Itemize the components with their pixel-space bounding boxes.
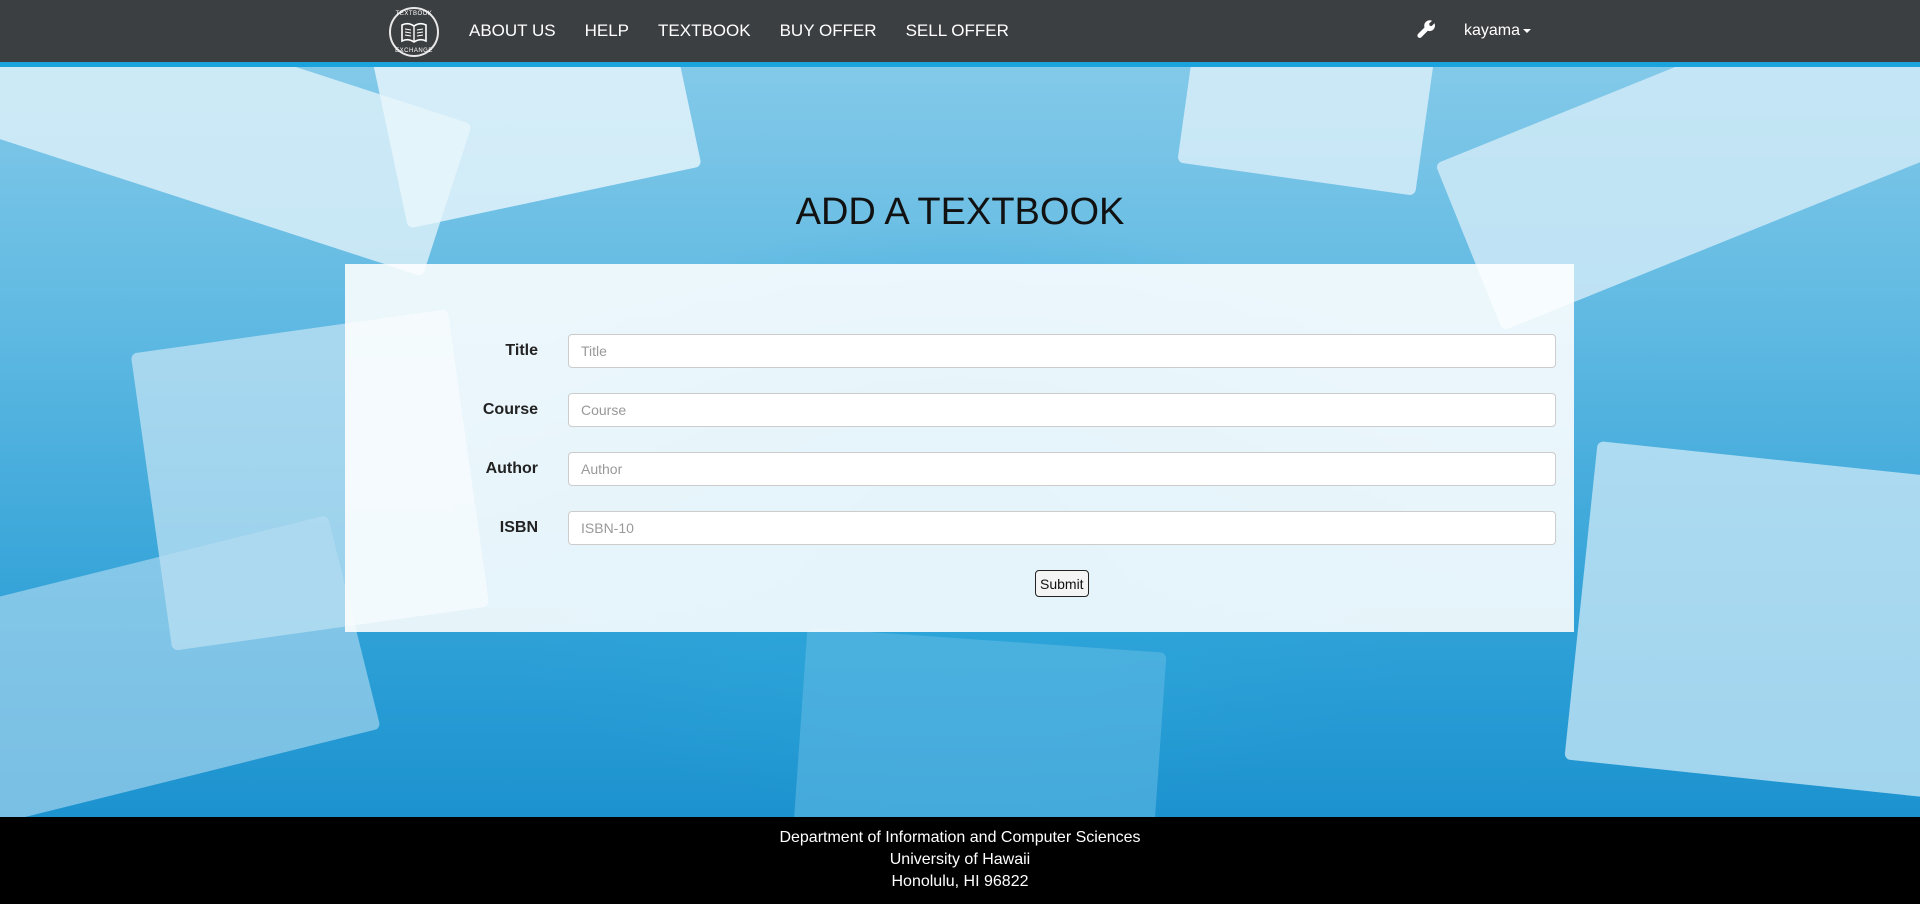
title-label: Title — [505, 342, 538, 359]
nav-sell-offer[interactable]: SELL OFFER — [906, 21, 1009, 41]
logo-ring-top-text: TEXTBOOK — [395, 11, 433, 17]
page-title: ADD A TEXTBOOK — [795, 191, 1125, 233]
logo-ring-bottom-text: EXCHANGE — [395, 48, 433, 54]
user-dropdown[interactable]: kayama — [1464, 22, 1532, 40]
caret-down-icon — [1523, 28, 1532, 33]
add-textbook-form: Title Course Author ISBN Submit — [345, 264, 1574, 632]
title-row: Title — [345, 334, 1574, 368]
author-input[interactable] — [568, 452, 1556, 486]
nav-textbook[interactable]: TEXTBOOK — [658, 21, 751, 41]
main-nav: ABOUT US HELP TEXTBOOK BUY OFFER SELL OF… — [469, 21, 1038, 41]
isbn-input[interactable] — [568, 511, 1556, 545]
nav-about-us[interactable]: ABOUT US — [469, 21, 556, 41]
course-row: Course — [345, 393, 1574, 427]
course-input[interactable] — [568, 393, 1556, 427]
author-label: Author — [485, 460, 538, 477]
course-label: Course — [482, 401, 538, 418]
isbn-label: ISBN — [499, 519, 538, 536]
title-input[interactable] — [568, 334, 1556, 368]
top-navbar: TEXTBOOK EXCHANGE ABOUT US HELP TEXTBOOK… — [0, 0, 1920, 67]
nav-buy-offer[interactable]: BUY OFFER — [780, 21, 877, 41]
wrench-icon[interactable] — [1417, 20, 1437, 40]
book-icon — [401, 22, 427, 43]
footer-address: Honolulu, HI 96822 — [891, 873, 1029, 890]
submit-button[interactable]: Submit — [1035, 570, 1089, 597]
isbn-row: ISBN — [345, 511, 1574, 545]
footer-department: Department of Information and Computer S… — [779, 829, 1141, 846]
nav-help[interactable]: HELP — [585, 21, 629, 41]
author-row: Author — [345, 452, 1574, 486]
username-label: kayama — [1464, 22, 1521, 39]
footer: Department of Information and Computer S… — [0, 817, 1920, 904]
footer-university: University of Hawaii — [889, 851, 1031, 868]
site-logo[interactable]: TEXTBOOK EXCHANGE — [389, 7, 439, 57]
